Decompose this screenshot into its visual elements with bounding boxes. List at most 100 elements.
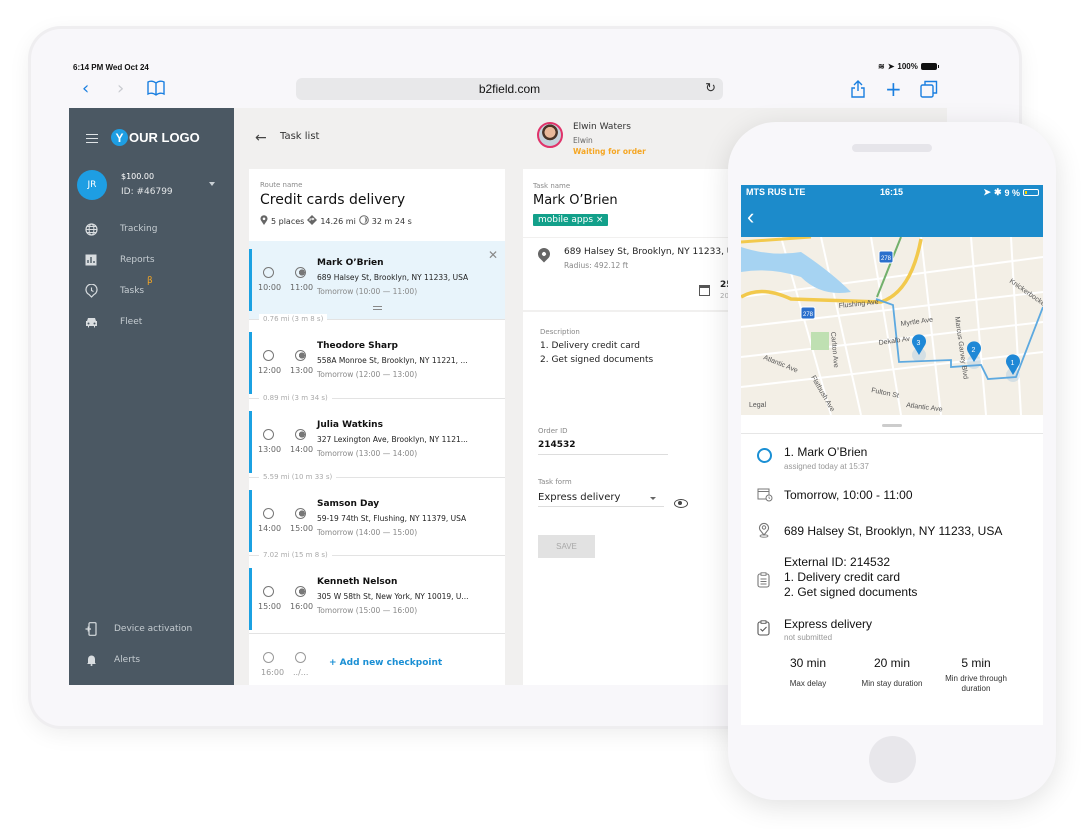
route-map[interactable]: Flushing Ave Myrtle Ave Dekalb Av Marcus…	[741, 237, 1043, 415]
wifi-icon: ≋	[878, 62, 885, 71]
sidebar-item-label: Device activation	[114, 624, 193, 634]
task-name[interactable]: Mark O’Brien	[533, 193, 618, 208]
svg-text:278: 278	[803, 312, 814, 318]
address-bar[interactable]: b2field.com ↻	[296, 78, 723, 100]
eye-icon[interactable]	[674, 499, 688, 508]
courier-status: Waiting for order	[573, 147, 646, 156]
checkpoint-start-time: 16:00	[261, 668, 285, 677]
back-arrow-icon[interactable]: ←	[255, 130, 267, 146]
task-form-select[interactable]: Express delivery	[538, 492, 664, 507]
stop-name: Kenneth Nelson	[317, 577, 398, 587]
browser-forward-icon[interactable]: ›	[117, 80, 124, 98]
tablet-status-right: ≋ ➤ 100%	[878, 62, 939, 71]
metric-value: 30 min	[789, 656, 827, 670]
end-time-icon	[295, 429, 306, 440]
new-tab-icon[interactable]: +	[885, 79, 902, 99]
stop-end-time: 14:00	[290, 445, 314, 454]
stop-name: Julia Watkins	[317, 420, 383, 430]
location-outline-icon	[757, 522, 771, 542]
stop-item[interactable]: 10:00 11:00 Mark O’Brien 689 Halsey St, …	[249, 241, 505, 319]
globe-icon	[84, 222, 98, 236]
phone-time: 16:15	[880, 187, 904, 197]
add-checkpoint-row: 16:00 ../... + Add new checkpoint	[249, 633, 505, 685]
stop-address: 327 Lexington Ave, Brooklyn, NY 1121...	[317, 435, 468, 444]
logo-mark: Y	[111, 129, 128, 146]
task-form-value: Express delivery	[538, 492, 621, 503]
places-count: 5 places	[271, 217, 305, 226]
route-name[interactable]: Credit cards delivery	[260, 192, 405, 208]
close-icon[interactable]: ✕	[488, 248, 498, 262]
stop-item[interactable]: 13:00 14:00 Julia Watkins 327 Lexington …	[249, 403, 505, 481]
stop-item[interactable]: 14:00 15:00 Samson Day 59-19 74th St, Fl…	[249, 482, 505, 560]
avatar[interactable]: JR	[77, 170, 107, 200]
status-circle-icon[interactable]	[757, 448, 772, 463]
drag-handle-icon[interactable]	[373, 306, 382, 310]
sidebar-item-tracking[interactable]: Tracking	[69, 218, 234, 240]
phone-screen: MTS RUS LTE 16:15 ➤ ✱ 9 % ‹ Flushing Ave…	[741, 185, 1043, 725]
metric-value: 5 min	[961, 656, 991, 670]
sidebar-item-reports[interactable]: Reports	[69, 249, 234, 271]
svg-text:1: 1	[1011, 360, 1015, 367]
order-id-field[interactable]: 214532	[538, 440, 668, 455]
menu-icon[interactable]	[86, 134, 98, 143]
end-time-icon	[295, 267, 306, 278]
phone-form-name[interactable]: Express delivery	[784, 617, 872, 631]
logo: Y OUR LOGO	[111, 129, 200, 146]
sidebar-item-alerts[interactable]: Alerts	[69, 649, 234, 671]
logo-text: OUR LOGO	[129, 130, 200, 145]
segment-distance: 5.59 mi (10 m 33 s)	[259, 472, 337, 482]
add-checkpoint-button[interactable]: + Add new checkpoint	[329, 658, 442, 668]
phone-status-bar: MTS RUS LTE 16:15 ➤ ✱ 9 %	[741, 185, 1043, 201]
svg-text:3: 3	[917, 340, 921, 347]
clipboard-icon	[757, 572, 770, 592]
sidebar-item-label: Reports	[120, 255, 155, 265]
home-button[interactable]	[869, 736, 916, 783]
browser-back-icon[interactable]: ‹	[82, 80, 89, 98]
sidebar-item-device-activation[interactable]: Device activation	[69, 618, 234, 640]
reload-icon[interactable]: ↻	[705, 80, 716, 96]
save-button[interactable]: SAVE	[538, 535, 595, 558]
tabs-icon[interactable]	[920, 80, 938, 102]
clock-icon	[263, 267, 274, 278]
location-pin-icon	[535, 245, 553, 263]
route-name-label: Route name	[260, 181, 303, 189]
sheet-drag-handle[interactable]	[882, 424, 902, 427]
chevron-down-icon	[650, 497, 656, 500]
bookmarks-icon[interactable]	[147, 80, 165, 99]
battery-icon	[1023, 189, 1039, 196]
map-canvas: Flushing Ave Myrtle Ave Dekalb Av Marcus…	[741, 237, 1043, 415]
stop-item[interactable]: 15:00 16:00 Kenneth Nelson 305 W 58th St…	[249, 560, 505, 638]
end-time-icon	[295, 508, 306, 519]
tasks-icon	[84, 284, 98, 298]
sidebar-item-label: Tracking	[120, 224, 158, 234]
stop-name: Samson Day	[317, 499, 380, 509]
sidebar-item-label: Alerts	[114, 655, 141, 665]
order-id-label: Order ID	[538, 427, 568, 435]
description-label: Description	[540, 328, 580, 336]
stop-end-time: 11:00	[290, 283, 314, 292]
stop-start-time: 13:00	[258, 445, 282, 454]
tag-chip[interactable]: mobile apps ×	[533, 214, 609, 226]
stop-name: Theodore Sharp	[317, 341, 398, 351]
route-duration: 32 m 24 s	[371, 217, 412, 226]
phone-speaker	[852, 144, 932, 152]
stop-address: 689 Halsey St, Brooklyn, NY 11233, USA	[317, 273, 469, 282]
sidebar-item-label: Fleet	[120, 317, 143, 327]
stop-address: 558A Monroe St, Brooklyn, NY 11221, ...	[317, 356, 468, 365]
account-dropdown-icon[interactable]	[209, 182, 215, 186]
stop-end-time: 16:00	[290, 602, 314, 611]
stop-window: Tomorrow (13:00 — 14:00)	[317, 449, 418, 458]
back-chevron-icon[interactable]: ‹	[747, 204, 754, 230]
metric-label: Min stay duration	[861, 679, 923, 688]
sidebar-item-tasks[interactable]: Tasks β	[69, 276, 234, 302]
segment-distance: 7.02 mi (15 m 8 s)	[259, 550, 332, 560]
share-icon[interactable]	[851, 80, 865, 102]
sidebar-item-fleet[interactable]: Fleet	[69, 311, 234, 333]
stop-start-time: 10:00	[258, 283, 282, 292]
task-radius: Radius: 492.12 ft	[564, 261, 629, 270]
bluetooth-icon: ✱	[993, 187, 1002, 197]
map-legal-link: Legal	[749, 402, 767, 409]
stop-item[interactable]: 12:00 13:00 Theodore Sharp 558A Monroe S…	[249, 324, 505, 402]
courier-avatar[interactable]	[537, 122, 563, 148]
phone-time-window: Tomorrow, 10:00 - 11:00	[784, 488, 913, 502]
